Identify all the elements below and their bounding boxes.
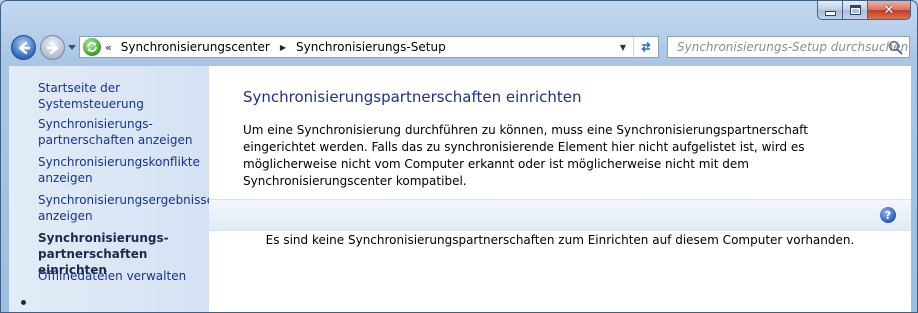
close-icon: ✕ <box>883 2 895 18</box>
forward-button[interactable] <box>40 35 65 60</box>
active-item-bullet <box>21 300 26 305</box>
search-placeholder: Synchronisierungs-Setup durchsuchen <box>677 40 909 54</box>
page-title: Synchronisierungspartnerschaften einrich… <box>243 88 582 106</box>
explorer-window: ✕ « Synchronisierungscenter ▶ Synchronis… <box>0 0 918 313</box>
breadcrumb-sync-setup[interactable]: Synchronisierungs-Setup <box>294 40 448 54</box>
breadcrumb-separator-icon[interactable]: ▶ <box>280 43 286 52</box>
refresh-icon <box>641 41 651 53</box>
address-bar[interactable]: « Synchronisierungscenter ▶ Synchronisie… <box>79 36 659 58</box>
maximize-icon <box>849 5 861 15</box>
sidebar-link-manage-offline-files[interactable]: Offlinedateien verwalten <box>38 268 186 284</box>
sidebar-link-control-panel-home[interactable]: Startseite der Systemsteuerung <box>38 80 209 112</box>
minimize-icon <box>824 10 836 16</box>
page-description: Um eine Synchronisierung durchführen zu … <box>243 123 808 188</box>
back-arrow-icon <box>18 41 30 54</box>
address-dropdown-icon[interactable]: ▼ <box>614 37 632 57</box>
refresh-button[interactable] <box>633 37 658 57</box>
empty-list-message: Es sind keine Synchronisierungspartnersc… <box>265 233 855 247</box>
breadcrumb-overflow[interactable]: « <box>105 41 112 54</box>
maximize-button[interactable] <box>843 1 868 20</box>
command-bar: ? <box>209 199 911 231</box>
forward-arrow-icon <box>46 41 58 54</box>
recent-pages-dropdown-icon[interactable] <box>68 43 76 51</box>
back-button[interactable] <box>11 35 36 60</box>
sidebar-link-view-results[interactable]: Synchronisierungsergebnisse anzeigen <box>38 192 214 224</box>
main-content: Synchronisierungspartnerschaften einrich… <box>209 66 911 312</box>
sidebar-link-view-partnerships[interactable]: Synchronisierungs- partnerschaften anzei… <box>38 116 192 148</box>
task-pane: Startseite der Systemsteuerung Synchroni… <box>9 66 214 312</box>
caption-buttons: ✕ <box>817 1 911 20</box>
breadcrumb-sync-center[interactable]: Synchronisierungscenter <box>119 40 272 54</box>
sync-center-icon <box>83 38 101 56</box>
sidebar-link-view-conflicts[interactable]: Synchronisierungskonflikte anzeigen <box>38 154 200 186</box>
help-icon[interactable]: ? <box>880 207 896 223</box>
search-icon[interactable] <box>888 40 903 55</box>
window-right-border <box>911 66 917 312</box>
search-field[interactable]: Synchronisierungs-Setup durchsuchen <box>667 36 910 58</box>
close-button[interactable]: ✕ <box>868 1 911 20</box>
minimize-button[interactable] <box>817 1 843 20</box>
